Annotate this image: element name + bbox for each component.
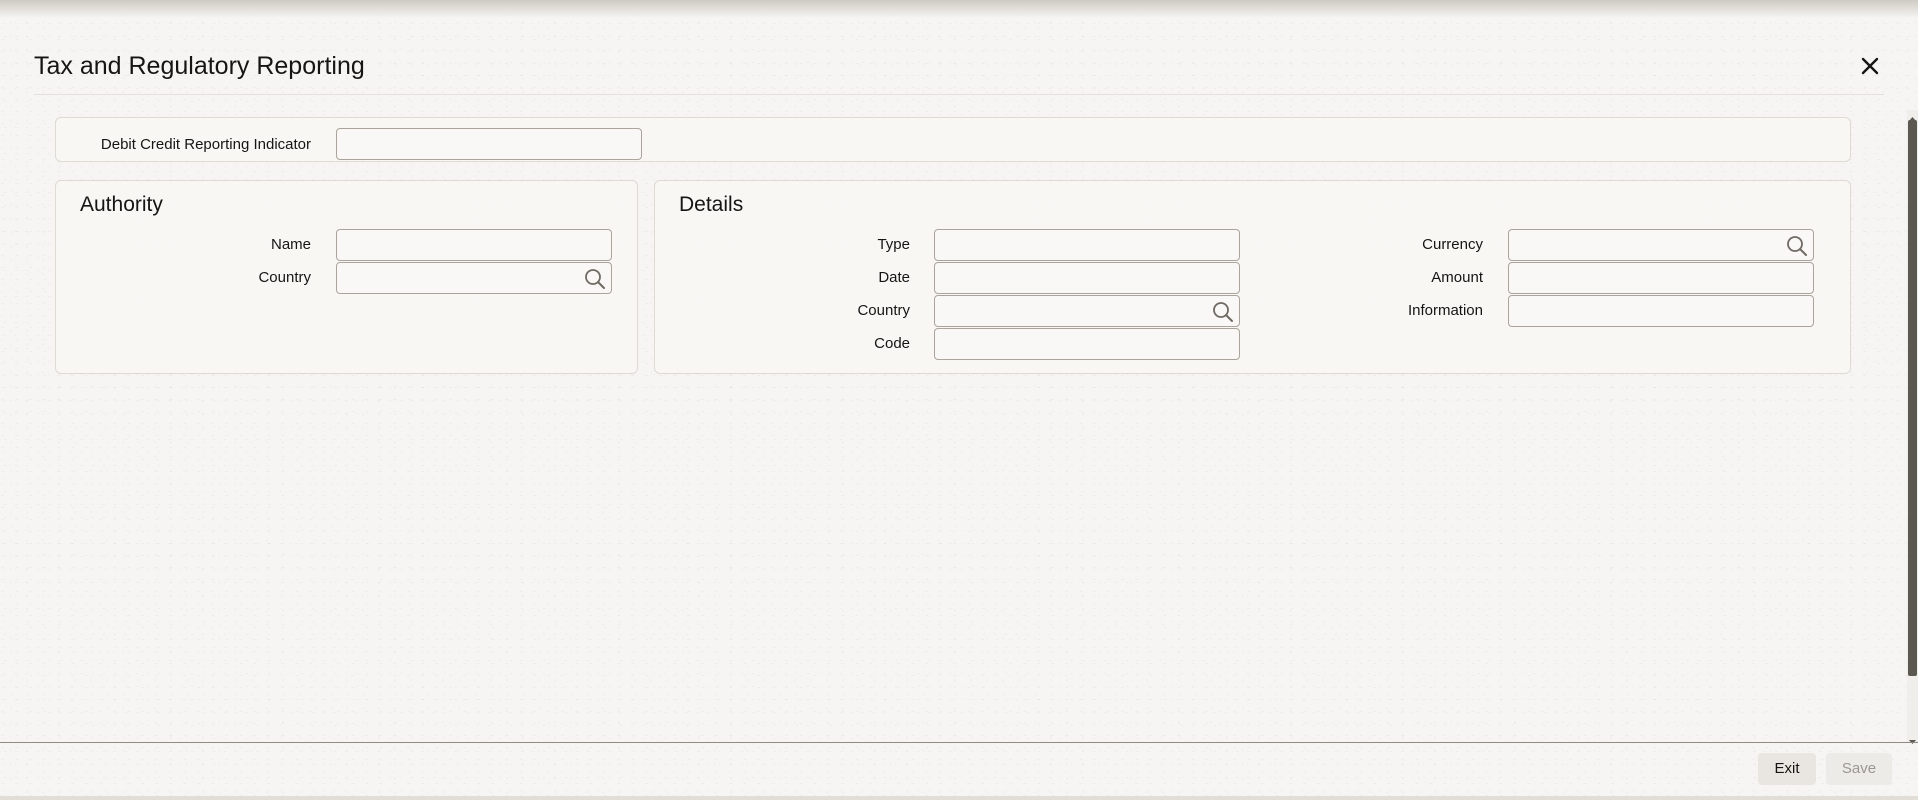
- window-top-strip: [0, 0, 1918, 18]
- authority-country-field[interactable]: [336, 262, 612, 294]
- authority-name-input[interactable]: [337, 230, 611, 260]
- reporting-indicator-panel: [55, 117, 1851, 162]
- details-information-field[interactable]: [1508, 295, 1814, 327]
- debit-credit-reporting-indicator-label: Debit Credit Reporting Indicator: [100, 136, 311, 153]
- debit-credit-reporting-indicator-field[interactable]: [336, 128, 642, 160]
- details-currency-field[interactable]: [1508, 229, 1814, 261]
- search-icon[interactable]: [1211, 300, 1235, 324]
- details-information-input[interactable]: [1509, 296, 1813, 326]
- details-amount-input[interactable]: [1509, 263, 1813, 293]
- dialog-title: Tax and Regulatory Reporting: [34, 52, 365, 80]
- details-type-input[interactable]: [935, 230, 1239, 260]
- save-button[interactable]: Save: [1826, 753, 1892, 785]
- search-icon[interactable]: [1785, 234, 1809, 258]
- details-type-field[interactable]: [934, 229, 1240, 261]
- scroll-up-arrow-icon[interactable]: [1908, 110, 1917, 121]
- details-date-input[interactable]: [935, 263, 1239, 293]
- close-icon[interactable]: [1858, 54, 1882, 78]
- details-information-label: Information: [1407, 302, 1483, 319]
- details-country-field[interactable]: [934, 295, 1240, 327]
- details-type-label: Type: [877, 236, 910, 253]
- details-code-field[interactable]: [934, 328, 1240, 360]
- authority-name-field[interactable]: [336, 229, 612, 261]
- authority-name-label: Name: [270, 236, 311, 253]
- details-date-label: Date: [878, 269, 910, 286]
- window-bottom-strip: [0, 796, 1918, 800]
- details-date-field[interactable]: [934, 262, 1240, 294]
- details-country-input[interactable]: [935, 296, 1239, 326]
- debit-credit-reporting-indicator-input[interactable]: [337, 129, 641, 159]
- footer-divider: [0, 742, 1918, 743]
- details-amount-label: Amount: [1431, 269, 1483, 286]
- scrollbar-thumb[interactable]: [1908, 120, 1917, 676]
- authority-section-title: Authority: [80, 193, 163, 216]
- details-code-input[interactable]: [935, 329, 1239, 359]
- details-amount-field[interactable]: [1508, 262, 1814, 294]
- search-icon[interactable]: [583, 267, 607, 291]
- exit-button[interactable]: Exit: [1758, 753, 1816, 785]
- details-section-title: Details: [679, 193, 744, 216]
- title-divider: [34, 94, 1884, 95]
- details-country-label: Country: [857, 302, 910, 319]
- details-code-label: Code: [874, 335, 910, 352]
- scroll-down-arrow-icon[interactable]: [1908, 733, 1917, 744]
- authority-country-label: Country: [258, 269, 311, 286]
- details-currency-input[interactable]: [1509, 230, 1813, 260]
- details-currency-label: Currency: [1422, 236, 1483, 253]
- authority-country-input[interactable]: [337, 263, 611, 293]
